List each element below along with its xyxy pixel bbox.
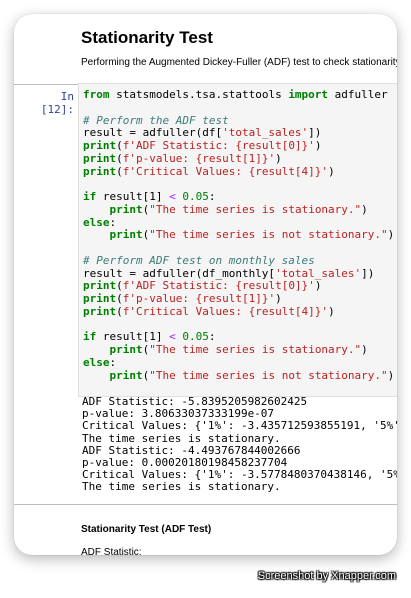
output-line: Critical Values: {'1%': -3.4357125938551… — [82, 419, 397, 433]
watermark-text: Screenshot by Xnapper.com — [257, 570, 396, 582]
markdown-description: Performing the Augmented Dickey-Fuller (… — [81, 57, 397, 68]
output-line: p-value: 3.80633037333199e-07 — [82, 407, 275, 421]
output-line: ADF Statistic: -4.493767844002666 — [82, 443, 301, 457]
cell-output: ADF Statistic: -5.8395205982602425 p-val… — [82, 395, 397, 494]
output-line: p-value: 0.00020180198458237704 — [82, 456, 288, 470]
code-cell-editor[interactable]: from statsmodels.tsa.stattools import ad… — [78, 83, 397, 397]
cell-separator — [14, 504, 397, 505]
markdown-subtitle: Stationarity Test (ADF Test) — [81, 524, 212, 535]
output-line: The time series is stationary. — [82, 431, 281, 445]
output-line: Critical Values: {'1%': -3.5778480370438… — [82, 468, 397, 482]
markdown-title: Stationarity Test — [81, 28, 213, 47]
markdown-description: ADF Statistic: — [81, 547, 142, 555]
notebook-window: Stationarity Test Performing the Augment… — [14, 14, 397, 555]
output-line: The time series is stationary. — [82, 480, 281, 494]
code-content[interactable]: from statsmodels.tsa.stattools import ad… — [79, 84, 397, 382]
input-prompt: In [12]: — [40, 90, 74, 116]
output-line: ADF Statistic: -5.8395205982602425 — [82, 395, 308, 408]
